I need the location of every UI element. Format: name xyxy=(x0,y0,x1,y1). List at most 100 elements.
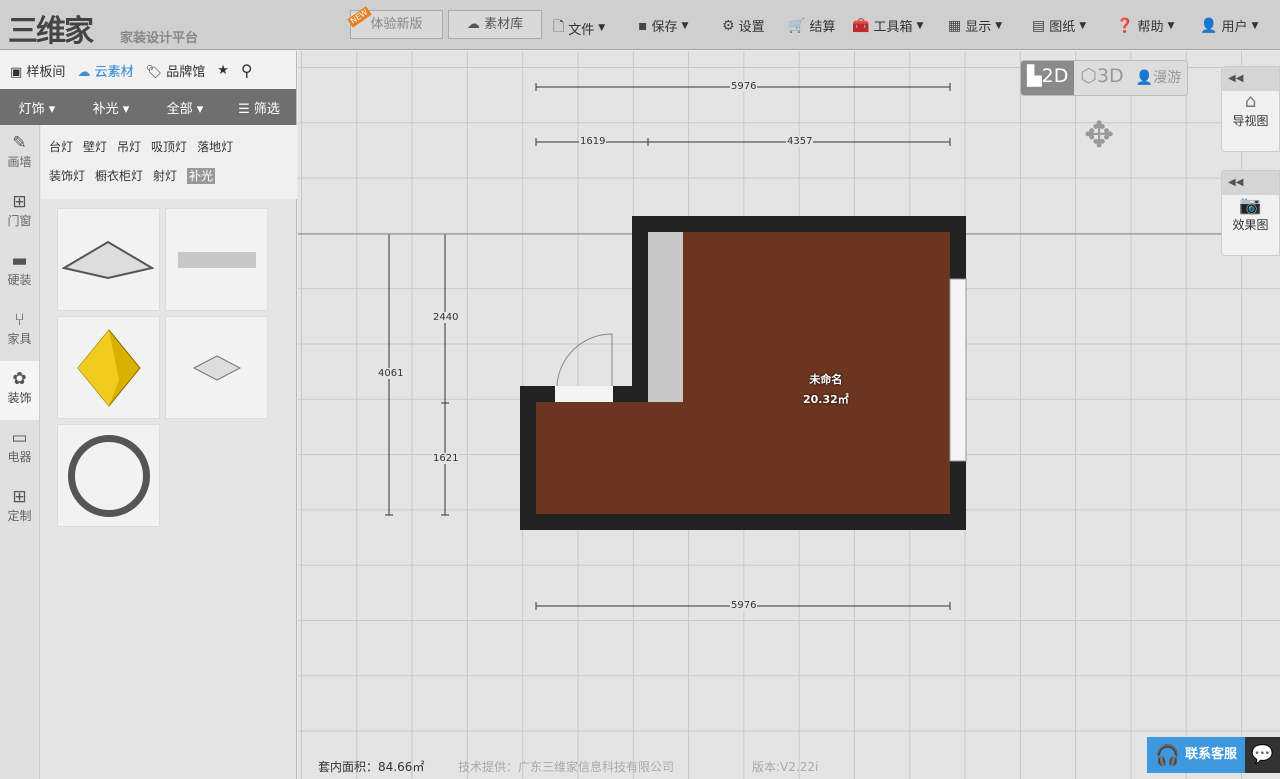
menu-grid[interactable]: ▦ 显示 ▼ xyxy=(948,16,1003,36)
library-button[interactable]: ☁ 素材库 xyxy=(448,10,542,39)
view-3d-button[interactable]: ⬡3D xyxy=(1074,61,1130,95)
drawing-icon: ▤ xyxy=(1032,17,1046,34)
nav-apps[interactable]: ⊞ 定制 xyxy=(0,479,39,538)
menu-label: 结算 xyxy=(809,20,836,35)
render-panel[interactable]: ◀◀ 📷 效果图 xyxy=(1221,170,1280,256)
render-label: 效果图 xyxy=(1232,218,1269,232)
category-item[interactable]: 台灯 xyxy=(49,140,73,154)
menu-file[interactable]: 🗋 文件 ▼ xyxy=(553,16,605,40)
view-switcher: ▙2D ⬡3D 👤漫游 xyxy=(1020,60,1189,96)
category-item[interactable]: 落地灯 xyxy=(197,140,233,154)
roller-icon: ▬ xyxy=(11,251,28,271)
view-label: 漫游 xyxy=(1153,70,1182,86)
menu-save[interactable]: ▪ 保存 ▼ xyxy=(638,16,689,36)
menu-label: 工具箱 xyxy=(873,20,913,35)
room-name: 未命名 xyxy=(809,373,843,386)
left-sidebar: ▣ 样板间 ☁ 云素材 云素材 🏷 品牌馆 ★ ⚲ 灯饰 ▾ 补光 ▾ 全部 ▾ … xyxy=(0,51,297,779)
filter-button-label: 筛选 xyxy=(253,101,280,117)
footer-version: 版本:V2.22i xyxy=(752,760,819,774)
nav-label: 门窗 xyxy=(7,214,32,228)
home-icon: ⌂ xyxy=(1244,91,1257,112)
dim-top-left: 1619 xyxy=(579,136,607,147)
caret-down-icon: ▼ xyxy=(916,20,924,31)
nav-window[interactable]: ⊞ 门窗 xyxy=(0,184,39,243)
chat-icon[interactable]: 💬 xyxy=(1245,737,1280,773)
nav-pencil[interactable]: ✎ 画墙 xyxy=(0,125,39,184)
product-item[interactable] xyxy=(165,316,268,419)
toolbox-icon: 🧰 xyxy=(852,17,870,34)
pencil-icon: ✎ xyxy=(12,133,27,153)
library-label: 素材库 xyxy=(484,17,524,32)
collapse-icon[interactable]: ◀◀ xyxy=(1222,171,1279,195)
filter-category[interactable]: 灯饰 ▾ xyxy=(0,98,74,117)
filter-scope[interactable]: 全部 ▾ xyxy=(148,98,222,117)
nav-label: 家具 xyxy=(7,332,32,346)
room-area: 20.32㎡ xyxy=(803,393,849,406)
caret-down-icon: ▼ xyxy=(598,23,606,33)
star-icon[interactable]: ★ xyxy=(217,63,229,78)
menu-label: 显示 xyxy=(965,20,992,35)
footer-provider: 技术提供：广东三维家信息科技有限公司 xyxy=(458,760,675,774)
menu-help[interactable]: ❓ 帮助 ▼ xyxy=(1116,16,1174,36)
nav-label: 装饰 xyxy=(7,391,32,405)
tab-cloud-material[interactable]: ☁ 云素材 云素材 xyxy=(77,61,133,80)
try-new-version-button[interactable]: NEW 体验新版 xyxy=(347,6,443,39)
menu-label: 用户 xyxy=(1221,20,1248,35)
save-icon: ▪ xyxy=(638,17,648,34)
product-item[interactable] xyxy=(57,208,160,311)
nav-monitor[interactable]: ▭ 电器 xyxy=(0,420,39,479)
dim-left-upper: 2440 xyxy=(432,312,460,323)
menu-toolbox[interactable]: 🧰 工具箱 ▼ xyxy=(852,16,924,36)
cart-icon: 🛒 xyxy=(788,17,806,34)
category-item[interactable]: 吸顶灯 xyxy=(151,140,187,154)
floor xyxy=(536,232,950,514)
category-item[interactable]: 吊灯 xyxy=(117,140,141,154)
nav-chair[interactable]: ⑂ 家具 xyxy=(0,302,39,361)
view-2d-button[interactable]: ▙2D xyxy=(1021,61,1075,95)
active-tab-label: 云素材 xyxy=(94,64,134,80)
caret-down-icon: ▼ xyxy=(681,20,689,31)
product-item[interactable] xyxy=(57,424,160,527)
headset-icon: 🎧 xyxy=(1155,743,1180,767)
product-item[interactable] xyxy=(57,316,160,419)
floor-plan xyxy=(298,83,1280,610)
nav-plant[interactable]: ✿ 装饰 xyxy=(0,361,39,420)
filter-label: 灯饰 xyxy=(18,101,45,117)
nav-label: 电器 xyxy=(7,450,32,464)
filter-label: 全部 xyxy=(166,101,193,117)
search-icon[interactable]: ⚲ xyxy=(241,61,253,80)
menu-user[interactable]: 👤 用户 ▼ xyxy=(1200,16,1258,36)
slogan: 家装设计平台 xyxy=(120,31,199,46)
menu-cart[interactable]: 🛒 结算 xyxy=(788,16,836,36)
room-label[interactable]: 未命名 20.32㎡ xyxy=(803,371,849,407)
menu-drawing[interactable]: ▤ 图纸 ▼ xyxy=(1032,16,1086,36)
pan-control-icon[interactable]: ✥ xyxy=(1084,115,1114,156)
view-walk-button[interactable]: 👤漫游 xyxy=(1129,61,1188,95)
product-item[interactable] xyxy=(165,208,268,311)
menu-label: 帮助 xyxy=(1137,20,1164,35)
category-list: 台灯 壁灯 吊灯 吸顶灯 落地灯装饰灯 橱衣柜灯 射灯 补光 xyxy=(41,125,297,199)
tab-label: 样板间 xyxy=(26,64,66,80)
filter-button[interactable]: ☰ 筛选 xyxy=(222,98,296,117)
navigator-panel[interactable]: ◀◀ ⌂ 导视图 xyxy=(1221,66,1280,152)
customer-service-button[interactable]: 🎧 联系客服 xyxy=(1147,737,1245,773)
category-item[interactable]: 壁灯 xyxy=(83,140,107,154)
menu-gear[interactable]: ⚙ 设置 xyxy=(722,16,765,36)
apps-icon: ⊞ xyxy=(12,487,27,507)
tab-brand[interactable]: 🏷 品牌馆 xyxy=(146,61,206,80)
plant-icon: ✿ xyxy=(12,369,27,389)
category-item[interactable]: 补光 xyxy=(187,168,216,184)
nav-roller[interactable]: ▬ 硬装 xyxy=(0,243,39,302)
navigator-label: 导视图 xyxy=(1232,114,1269,128)
caret-down-icon: ▼ xyxy=(995,20,1003,31)
filter-bar: 灯饰 ▾ 补光 ▾ 全部 ▾ ☰ 筛选 xyxy=(0,89,296,125)
menu-label: 图纸 xyxy=(1049,20,1076,35)
filter-subcategory[interactable]: 补光 ▾ xyxy=(74,98,148,117)
dim-top-right: 4357 xyxy=(786,136,814,147)
category-item[interactable]: 装饰灯 xyxy=(49,169,85,183)
design-canvas[interactable]: 5976 1619 4357 5976 4061 2440 1621 未命名 2… xyxy=(298,51,1280,779)
collapse-icon[interactable]: ◀◀ xyxy=(1222,67,1279,91)
category-item[interactable]: 射灯 xyxy=(153,169,177,183)
category-item[interactable]: 橱衣柜灯 xyxy=(95,169,143,183)
tab-templates[interactable]: ▣ 样板间 xyxy=(10,61,65,80)
